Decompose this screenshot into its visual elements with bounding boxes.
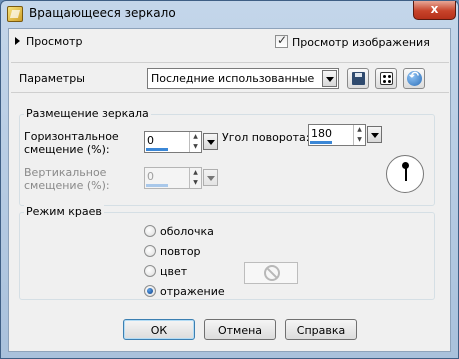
stepper-arrows-icon[interactable]: ▲ ▼ [353, 125, 365, 145]
chevron-down-icon[interactable] [367, 126, 382, 143]
rotation-angle-value: 180 [311, 127, 332, 140]
vertical-offset-stepper: 0 ▲ ▼ [144, 167, 202, 189]
rotation-angle-dial[interactable] [386, 155, 424, 193]
title-bar[interactable]: Вращающееся зеркало x [1, 1, 458, 27]
edge-mode-caption: Режим краев [24, 205, 104, 218]
horizontal-offset-label-1: Горизонтальное [24, 130, 119, 143]
edge-color-swatch [244, 262, 298, 284]
dialog-client: Просмотр Просмотр изображения Параметры … [8, 28, 451, 352]
app-icon [7, 6, 23, 22]
vertical-offset-label-1: Вертикальное [24, 166, 107, 179]
rotation-angle-stepper[interactable]: 180 ▲ ▼ [308, 124, 366, 146]
horizontal-offset-label-2: смещение (%): [24, 143, 110, 156]
edge-mode-group: Режим краев оболочка повтор цвет отражен… [19, 205, 435, 300]
edge-mode-option: повтор [160, 245, 201, 258]
vertical-offset-slider [146, 184, 168, 187]
edge-mode-option: отражение [160, 285, 225, 298]
vertical-offset-value: 0 [147, 170, 154, 183]
presets-label: Параметры [19, 72, 85, 85]
edge-mode-radio-reflect[interactable]: отражение [144, 285, 225, 298]
reset-button[interactable] [403, 68, 425, 89]
stepper-arrows-icon[interactable]: ▲ ▼ [189, 132, 201, 152]
edge-mode-radio-wrap[interactable]: оболочка [144, 225, 214, 238]
presets-row: Параметры Последние использованные [11, 62, 449, 93]
preview-image-label: Просмотр изображения [292, 36, 430, 49]
edge-mode-option: оболочка [160, 225, 214, 238]
mirror-placement-group: Размещение зеркала Горизонтальное смещен… [19, 107, 435, 206]
radio-icon [144, 245, 156, 257]
presets-dropdown-value: Последние использованные [151, 72, 315, 85]
expand-triangle-icon [15, 37, 20, 45]
reset-icon [407, 69, 422, 86]
presets-dropdown[interactable]: Последние использованные [147, 68, 339, 89]
radio-icon [144, 225, 156, 237]
vertical-offset-label-2: смещение (%): [24, 179, 110, 192]
no-entry-icon [264, 265, 280, 281]
save-preset-button[interactable] [347, 68, 369, 89]
preview-toggle[interactable]: Просмотр [15, 35, 82, 48]
horizontal-offset-stepper[interactable]: 0 ▲ ▼ [144, 131, 202, 153]
rotation-angle-slider[interactable] [310, 141, 332, 144]
preview-toggle-label: Просмотр [26, 35, 83, 48]
chevron-down-icon [203, 169, 218, 186]
checkbox-icon [275, 33, 288, 48]
chevron-down-icon[interactable] [322, 70, 337, 87]
radio-icon [144, 265, 156, 277]
mirror-placement-caption: Размещение зеркала [24, 107, 151, 120]
horizontal-offset-slider[interactable] [146, 148, 168, 151]
help-button[interactable]: Справка [285, 319, 357, 340]
chevron-down-icon[interactable] [203, 133, 218, 150]
window-title: Вращающееся зеркало [29, 6, 176, 20]
cancel-button[interactable]: Отмена [204, 319, 276, 340]
ok-button[interactable]: ОК [123, 319, 195, 340]
edge-mode-radio-repeat[interactable]: повтор [144, 245, 201, 258]
close-button[interactable]: x [413, 1, 456, 20]
save-icon [352, 72, 365, 85]
stepper-arrows-icon: ▲ ▼ [189, 168, 201, 188]
edge-mode-option: цвет [160, 265, 188, 278]
randomize-button[interactable] [375, 68, 397, 89]
dial-handle-icon [402, 162, 409, 169]
dialog-window: Вращающееся зеркало x Просмотр Просмотр … [0, 0, 459, 359]
dice-icon [380, 72, 393, 85]
radio-icon [144, 285, 156, 297]
edge-mode-radio-color[interactable]: цвет [144, 265, 187, 278]
horizontal-offset-value: 0 [147, 134, 154, 147]
rotation-angle-label: Угол поворота: [222, 131, 310, 144]
preview-image-checkbox[interactable]: Просмотр изображения [275, 33, 430, 49]
